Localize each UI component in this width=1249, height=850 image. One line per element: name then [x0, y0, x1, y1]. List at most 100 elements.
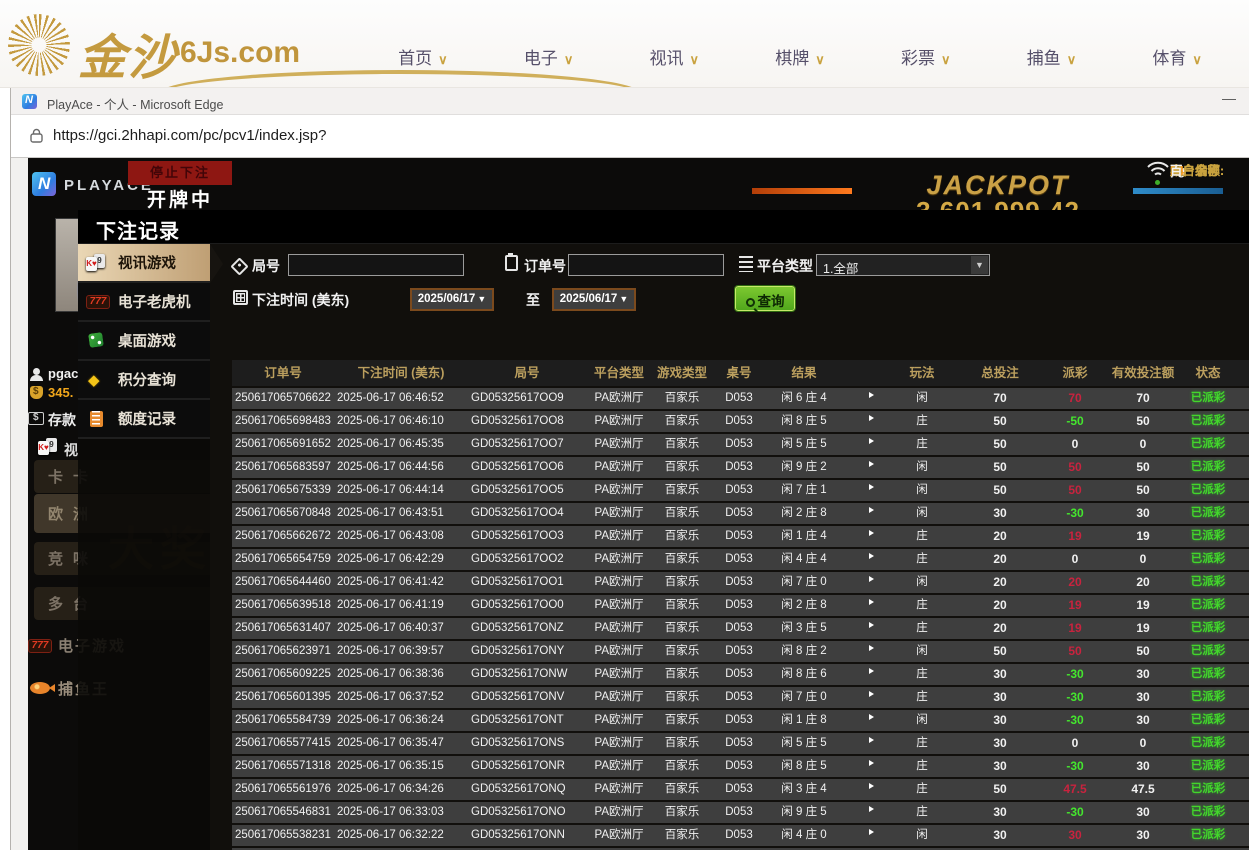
table-number: D053 [712, 687, 766, 708]
platform: PA欧洲厅 [586, 480, 652, 501]
payout: 0 [1040, 434, 1110, 455]
window-titlebar[interactable]: PlayAce - 个人 - Microsoft Edge — [11, 88, 1249, 115]
sidebar-item-points[interactable]: 积分查询 [78, 361, 210, 400]
round-input[interactable] [288, 254, 464, 276]
payout: -30 [1040, 756, 1110, 777]
online-dot [1155, 180, 1160, 185]
table-row: 2506170656984832025-06-17 06:46:10GD0532… [232, 411, 1249, 432]
nav-item-fishing[interactable]: 捕鱼∨ [989, 44, 1115, 69]
sidebar-item-credit-log[interactable]: 额度记录 [78, 400, 210, 439]
url-bar[interactable]: https://gci.2hhapi.com/pc/pcv1/index.jsp… [11, 115, 1249, 158]
sidebar-item-slots[interactable]: 777 电子老虎机 [78, 283, 210, 322]
result-play [842, 641, 884, 662]
total-bet: 20 [960, 549, 1040, 570]
lock-icon [29, 128, 44, 144]
result: 闲 2 庄 8 [766, 595, 842, 616]
platform: PA欧洲厅 [586, 618, 652, 639]
table-row: 2506170656708482025-06-17 06:43:51GD0532… [232, 503, 1249, 524]
table-number: D053 [712, 802, 766, 823]
nav-item-slots[interactable]: 电子∨ [486, 44, 612, 69]
result: 闲 8 庄 6 [766, 664, 842, 685]
total-bet: 50 [960, 457, 1040, 478]
game-type: 百家乐 [652, 825, 712, 846]
nav-item-live[interactable]: 视讯∨ [611, 44, 737, 69]
minimize-button[interactable]: — [1217, 90, 1241, 112]
sidebar-item-video-games[interactable]: 9K♥ 视讯游戏 [78, 244, 210, 283]
payout-time [1240, 457, 1249, 478]
total-bet: 30 [960, 503, 1040, 524]
wifi-icon [1146, 160, 1170, 178]
dice-icon [86, 332, 110, 350]
bet-time: 2025-06-17 06:41:42 [334, 572, 468, 593]
play-side: 庄 [884, 664, 960, 685]
order-number: 250617065561976 [232, 779, 334, 800]
result-play [842, 572, 884, 593]
status-badge: 已派彩 [1176, 710, 1240, 731]
game-type: 百家乐 [652, 687, 712, 708]
valid-bet: 20 [1110, 572, 1176, 593]
nav-item-lottery[interactable]: 彩票∨ [863, 44, 989, 69]
total-bet: 30 [960, 825, 1040, 846]
chevron-down-icon: ∨ [564, 52, 574, 67]
modal-title: 下注记录 [78, 210, 1249, 244]
column-header: 局号 [468, 360, 586, 386]
table-row: 2506170656013952025-06-17 06:37:52GD0532… [232, 687, 1249, 708]
play-side: 闲 [884, 457, 960, 478]
doc-icon [86, 410, 110, 428]
play-side: 庄 [884, 733, 960, 754]
valid-bet: 50 [1110, 411, 1176, 432]
cards-icon: 9K♥ [86, 254, 110, 272]
table-number: D053 [712, 526, 766, 547]
modal-content: 局号 订单号 平台类型 1.全部 ▼ 下注时间 (美东) 2025/06/17▼… [210, 244, 1249, 850]
gold-arc-decoration [160, 70, 640, 88]
play-side: 闲 [884, 641, 960, 662]
order-number: 250617065644460 [232, 572, 334, 593]
order-number: 250617065670848 [232, 503, 334, 524]
result: 闲 6 庄 4 [766, 388, 842, 409]
cards-icon: 9K♥ [38, 438, 58, 455]
result-play [842, 802, 884, 823]
nav-item-sports[interactable]: 体育∨ [1114, 44, 1240, 69]
payout-time [1240, 825, 1249, 846]
date-to-button[interactable]: 2025/06/17▼ [552, 288, 636, 311]
gem-icon [86, 371, 110, 389]
search-button[interactable]: 查询 [735, 286, 795, 311]
order-input[interactable] [568, 254, 724, 276]
payout: 20 [1040, 572, 1110, 593]
play-side: 闲 [884, 388, 960, 409]
table-number: D053 [712, 572, 766, 593]
result: 闲 7 庄 1 [766, 480, 842, 501]
chevron-down-icon: ∨ [690, 52, 700, 67]
total-bet: 50 [960, 411, 1040, 432]
play-side: 庄 [884, 434, 960, 455]
payout-time [1240, 503, 1249, 524]
order-number: 250617065675339 [232, 480, 334, 501]
round-number: GD05325617OO7 [468, 434, 586, 455]
platform: PA欧洲厅 [586, 825, 652, 846]
url-text: https://gci.2hhapi.com/pc/pcv1/index.jsp… [53, 127, 327, 144]
site-logo-domain: 6Js.com [180, 36, 300, 70]
result-play [842, 411, 884, 432]
status-badge: 已派彩 [1176, 503, 1240, 524]
platform-select[interactable]: 1.全部 ▼ [816, 254, 990, 276]
stop-betting-banner: 停止下注 [128, 161, 232, 185]
date-from-button[interactable]: 2025/06/17▼ [410, 288, 494, 311]
total-bet: 50 [960, 641, 1040, 662]
payout: -30 [1040, 710, 1110, 731]
bet-time: 2025-06-17 06:41:19 [334, 595, 468, 616]
moneybag-icon [30, 386, 43, 399]
site-header: 金沙 6Js.com 首页∨ 电子∨ 视讯∨ 棋牌∨ 彩票∨ 捕鱼∨ 体育∨ [0, 0, 1249, 88]
fish-icon [30, 682, 50, 694]
window-title: PlayAce - 个人 - Microsoft Edge [47, 94, 223, 113]
sidebar-item-table-games[interactable]: 桌面游戏 [78, 322, 210, 361]
deposit-button[interactable]: 存款 [48, 410, 76, 430]
payout-time [1240, 733, 1249, 754]
table-number: D053 [712, 779, 766, 800]
game-type: 百家乐 [652, 434, 712, 455]
video-games-label: 视 [64, 440, 78, 460]
nav-item-cards[interactable]: 棋牌∨ [737, 44, 863, 69]
jackpot-bar-left [752, 188, 852, 194]
game-type: 百家乐 [652, 733, 712, 754]
nav-item-home[interactable]: 首页∨ [360, 44, 486, 69]
total-bet: 30 [960, 802, 1040, 823]
